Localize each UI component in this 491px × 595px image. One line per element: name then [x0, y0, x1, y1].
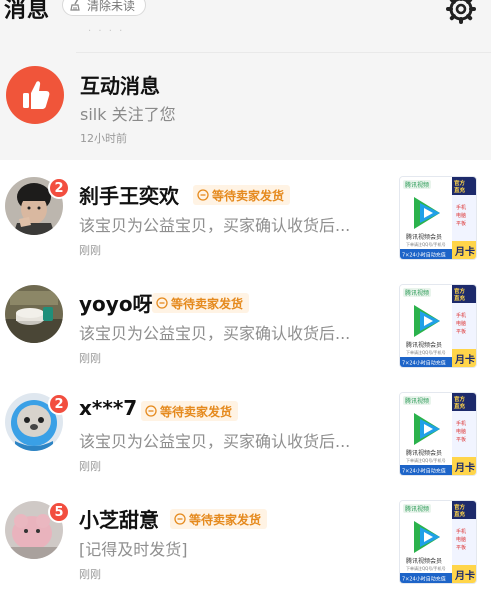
official-label: 官方 [454, 287, 466, 295]
product-brand-text: 腾讯视频 [405, 289, 429, 297]
message-time: 刚刚 [79, 568, 101, 581]
product-title-text: 腾讯视频会员 [406, 449, 442, 457]
clock-icon [197, 189, 209, 201]
clear-unread-label: 清除未读 [87, 0, 136, 13]
interaction-time: 12小时前 [80, 132, 127, 145]
device-label: 平板 [456, 436, 466, 443]
device-label: 平板 [456, 328, 466, 335]
product-title-text: 腾讯视频会员 [406, 341, 442, 349]
page-header: 消息 清除未读 · · · · [0, 0, 491, 46]
message-preview: 该宝贝为公益宝贝，买家确认收货后... [79, 216, 351, 235]
product-thumbnail[interactable]: 腾讯视频腾讯视频会员 下单请注QQ号/手机号 官方 直充手机 电脑 平板 7×24小时自动充… [399, 392, 477, 476]
official-label: 直充 [454, 186, 466, 194]
conversation-item[interactable]: yoyo呀 等待卖家发货 该宝贝为公益宝贝，买家确认收货后... 刚刚 腾讯视频… [0, 271, 491, 379]
month-card-label: 月卡 [454, 245, 475, 258]
message-preview: 该宝贝为公益宝贝，买家确认收货后... [79, 324, 351, 343]
device-label: 平板 [456, 220, 466, 227]
divider [76, 52, 491, 53]
product-brand-text: 腾讯视频 [405, 397, 429, 405]
order-status-text: 等待卖家发货 [189, 512, 262, 527]
thumbs-up-icon [23, 81, 50, 109]
message-time: 刚刚 [79, 460, 101, 473]
official-label: 直充 [454, 294, 466, 302]
official-label: 官方 [454, 179, 466, 187]
order-status-tag: 等待卖家发货 [141, 401, 239, 421]
product-banner-text: 7×24小时自动充值 [402, 252, 446, 259]
device-label: 手机 [456, 420, 466, 427]
order-status-text: 等待卖家发货 [212, 188, 285, 203]
device-label: 手机 [456, 204, 466, 211]
official-label: 官方 [454, 503, 466, 511]
official-label: 直充 [454, 402, 466, 410]
product-note-text: 下单请注QQ号/手机号 [406, 349, 446, 355]
official-label: 官方 [454, 395, 466, 403]
product-banner-text: 7×24小时自动充值 [402, 468, 446, 475]
clear-unread-button[interactable]: 清除未读 [62, 0, 147, 16]
settings-gear-icon[interactable] [446, 0, 476, 24]
device-label: 平板 [456, 544, 466, 551]
official-label: 直充 [454, 510, 466, 518]
product-thumbnail[interactable]: 腾讯视频腾讯视频会员 下单请注QQ号/手机号 官方 直充手机 电脑 平板 7×24小时自动充… [399, 500, 477, 584]
product-banner-text: 7×24小时自动充值 [402, 360, 446, 367]
broom-icon [70, 0, 80, 11]
contact-name: 刹手王奕欢 [79, 184, 179, 208]
order-status-tag: 等待卖家发货 [193, 185, 291, 205]
message-time: 刚刚 [79, 244, 101, 257]
message-preview: [记得及时发货] [79, 540, 188, 559]
conversation-item[interactable]: 5 小芝甜意 等待卖家发货 [记得及时发货] 刚刚 腾讯视频腾讯视频会员 下单请注… [0, 487, 491, 595]
unread-badge: 2 [48, 393, 70, 415]
order-status-text: 等待卖家发货 [171, 296, 244, 311]
contact-name: yoyo呀 [79, 292, 153, 316]
month-card-label: 月卡 [454, 569, 475, 582]
device-label: 电脑 [456, 428, 466, 435]
device-label: 手机 [456, 528, 466, 535]
unread-badge: 5 [48, 501, 70, 523]
unread-badge: 2 [48, 177, 70, 199]
device-label: 手机 [456, 312, 466, 319]
interaction-message-item[interactable]: 互动消息 silk 关注了您 12小时前 [0, 46, 491, 160]
scroll-hint: · · · · [88, 26, 125, 37]
order-status-tag: 等待卖家发货 [170, 509, 268, 529]
message-time: 刚刚 [79, 352, 101, 365]
product-title-text: 腾讯视频会员 [406, 233, 442, 241]
month-card-label: 月卡 [454, 353, 475, 366]
product-title-text: 腾讯视频会员 [406, 557, 442, 565]
device-label: 电脑 [456, 536, 466, 543]
clock-icon [145, 405, 157, 417]
product-note-text: 下单请注QQ号/手机号 [406, 457, 446, 463]
interaction-avatar [6, 66, 64, 124]
avatar[interactable] [5, 285, 63, 343]
product-note-text: 下单请注QQ号/手机号 [406, 241, 446, 247]
contact-name: x***7 [79, 396, 138, 420]
clock-icon [174, 513, 186, 525]
conversation-item[interactable]: 2 刹手王奕欢 等待卖家发货 该宝贝为公益宝贝，买家确认收货后... 刚刚 腾讯… [0, 163, 491, 271]
product-thumbnail[interactable]: 腾讯视频腾讯视频会员 下单请注QQ号/手机号 官方 直充手机 电脑 平板 7×24小时自动充… [399, 284, 477, 368]
interaction-description: silk 关注了您 [80, 105, 176, 124]
conversation-item[interactable]: 2 x***7 等待卖家发货 该宝贝为公益宝贝，买家确认收货后... 刚刚 腾讯… [0, 379, 491, 487]
page-title: 消息 [4, 0, 51, 23]
month-card-label: 月卡 [454, 461, 475, 474]
interaction-title: 互动消息 [80, 74, 160, 98]
device-label: 电脑 [456, 320, 466, 327]
device-label: 电脑 [456, 212, 466, 219]
product-thumbnail[interactable]: 腾讯视频腾讯视频会员 下单请注QQ号/手机号 官方 直充手机 电脑 平板 7×24小时自动充… [399, 176, 477, 260]
order-status-tag: 等待卖家发货 [152, 293, 250, 313]
product-note-text: 下单请注QQ号/手机号 [406, 565, 446, 571]
product-banner-text: 7×24小时自动充值 [402, 576, 446, 583]
product-brand-text: 腾讯视频 [405, 181, 429, 189]
order-status-text: 等待卖家发货 [160, 404, 233, 419]
clock-icon [156, 297, 168, 309]
message-preview: 该宝贝为公益宝贝，买家确认收货后... [79, 432, 351, 451]
product-brand-text: 腾讯视频 [405, 505, 429, 513]
contact-name: 小芝甜意 [79, 508, 159, 532]
